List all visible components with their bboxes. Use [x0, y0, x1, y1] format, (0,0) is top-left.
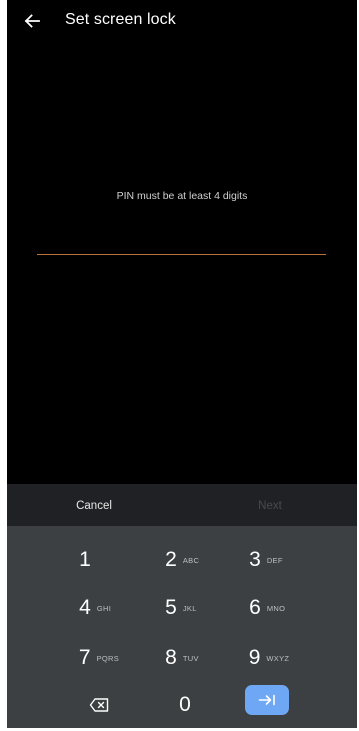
enter-arrow-icon: [258, 694, 275, 706]
key-3[interactable]: 3 DEF: [227, 540, 311, 580]
backspace-key[interactable]: [57, 685, 141, 725]
key-7[interactable]: 7 PQRS: [57, 638, 141, 678]
numeric-keypad: 1 2 ABC 3 DEF 4 GHI 5 JKL 6 MNO 7 PQRS 8: [7, 526, 357, 728]
key-letters: ABC: [182, 555, 200, 565]
key-6[interactable]: 6 MNO: [227, 588, 311, 628]
key-letters: TUV: [182, 653, 199, 663]
cancel-button[interactable]: Cancel: [59, 496, 129, 516]
key-letters: PQRS: [96, 653, 120, 663]
screen: Set screen lock PIN must be at least 4 d…: [7, 0, 357, 728]
key-2[interactable]: 2 ABC: [143, 540, 227, 580]
pin-input[interactable]: [37, 230, 326, 255]
key-letters: JKL: [182, 603, 197, 613]
next-button: Next: [258, 500, 282, 512]
key-digit: 1: [79, 548, 91, 571]
key-9[interactable]: 9 WXYZ: [227, 638, 311, 678]
pin-requirement-hint: PIN must be at least 4 digits: [116, 190, 248, 202]
key-digit: 5: [165, 596, 177, 619]
key-4[interactable]: 4 GHI: [57, 588, 141, 628]
key-0[interactable]: 0: [143, 685, 227, 725]
page-title: Set screen lock: [65, 11, 176, 28]
action-bar: Cancel Next: [7, 484, 357, 526]
key-digit: 0: [179, 693, 191, 716]
key-digit: 7: [78, 646, 91, 669]
enter-key[interactable]: [245, 685, 289, 715]
key-digit: 6: [249, 596, 261, 619]
key-letters: WXYZ: [266, 653, 290, 663]
key-digit: 2: [165, 548, 177, 571]
key-digit: 4: [79, 596, 91, 619]
key-letters: GHI: [96, 603, 112, 613]
key-5[interactable]: 5 JKL: [143, 588, 227, 628]
key-digit: 8: [165, 646, 177, 669]
key-letters: DEF: [266, 555, 283, 565]
key-letters: MNO: [266, 603, 286, 613]
backspace-icon: [89, 698, 109, 712]
back-arrow-icon: [24, 14, 40, 28]
back-button[interactable]: [19, 8, 45, 34]
key-8[interactable]: 8 TUV: [143, 638, 227, 678]
key-1[interactable]: 1: [57, 540, 141, 580]
key-digit: 3: [249, 548, 261, 571]
key-digit: 9: [248, 646, 261, 669]
top-app-bar: Set screen lock: [7, 0, 357, 44]
